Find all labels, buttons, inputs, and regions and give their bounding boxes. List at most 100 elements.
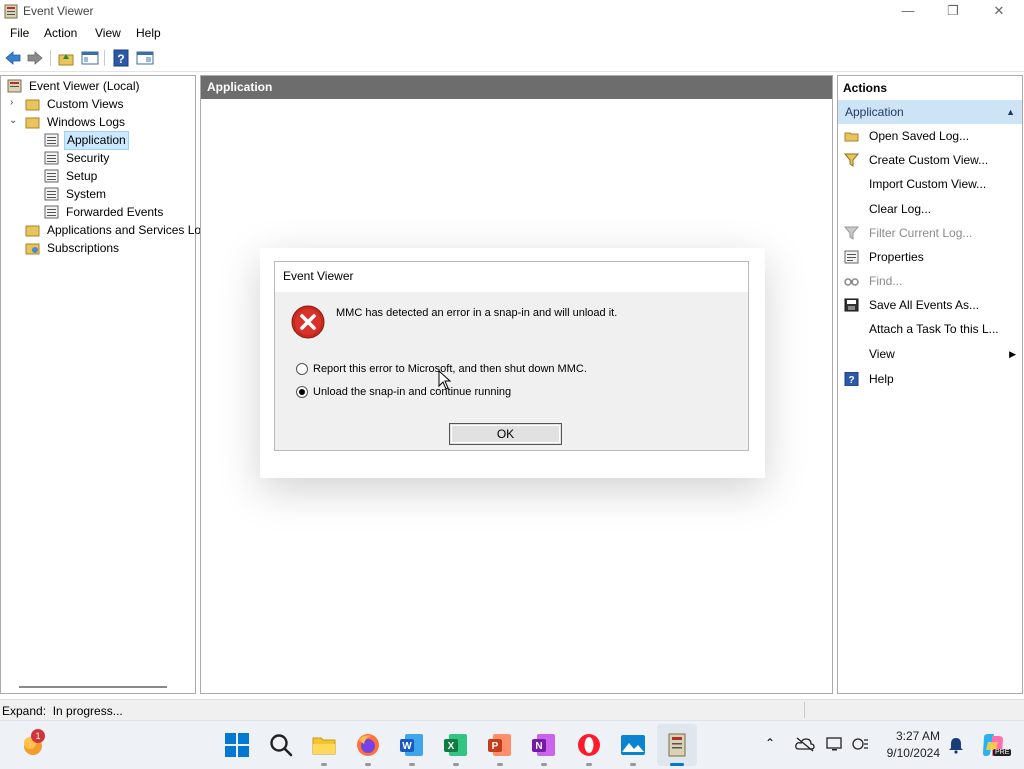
log-icon	[44, 187, 59, 201]
tree-label: Security	[66, 151, 110, 165]
action-label: Save All Events As...	[869, 298, 980, 312]
action-view[interactable]: View ▶	[838, 342, 1022, 366]
actions-pane: Actions Application ▲ Open Saved Log... …	[837, 75, 1023, 694]
action-label: Create Custom View...	[869, 153, 989, 167]
notification-badge: 1	[31, 729, 45, 743]
actions-header: Actions	[838, 76, 1022, 100]
menu-view[interactable]: View	[95, 26, 121, 40]
action-import-custom-view[interactable]: Import Custom View...	[838, 172, 1022, 196]
dialog-title: Event Viewer	[275, 262, 748, 292]
menu-file[interactable]: File	[10, 26, 29, 40]
running-indicator	[453, 763, 459, 766]
forward-arrow-icon[interactable]	[26, 49, 44, 67]
copilot-pre-badge: PRE	[993, 749, 1012, 756]
tree-label: System	[66, 187, 107, 201]
radio-unload-continue[interactable]	[296, 386, 308, 398]
back-arrow-icon[interactable]	[4, 49, 22, 67]
excel-icon[interactable]: X	[443, 732, 469, 758]
action-clear-log[interactable]: Clear Log...	[838, 197, 1022, 221]
search-icon[interactable]	[268, 732, 294, 758]
tree-label: Event Viewer (Local)	[29, 79, 140, 93]
action-attach-task[interactable]: Attach a Task To this L...	[838, 317, 1022, 341]
start-icon[interactable]	[224, 732, 250, 758]
folder-icon	[25, 117, 40, 129]
console-tree: Event Viewer (Local) › Custom Views ⌄ Wi…	[0, 75, 201, 694]
log-icon	[44, 151, 59, 165]
menu-help[interactable]: Help	[136, 26, 161, 40]
svg-text:W: W	[402, 741, 412, 752]
firefox-icon[interactable]	[355, 732, 381, 758]
submenu-arrow-icon: ▶	[1009, 349, 1016, 359]
actions-section-label: Application	[845, 105, 904, 119]
display-icon[interactable]	[826, 736, 844, 752]
title-bar: Event Viewer — ❐ ✕	[0, 0, 1024, 23]
notification-bell-icon[interactable]	[948, 736, 964, 754]
toolbar-separator	[50, 50, 51, 66]
svg-text:P: P	[492, 741, 499, 752]
powerpoint-icon[interactable]: P	[487, 732, 513, 758]
clock-time[interactable]: 3:27 AM	[872, 729, 940, 743]
chevron-down-icon[interactable]: ⌄	[9, 115, 17, 126]
window-title: Event Viewer	[23, 4, 94, 18]
action-open-saved-log[interactable]: Open Saved Log...	[838, 124, 1022, 148]
close-button[interactable]: ✕	[976, 0, 1022, 23]
word-icon[interactable]: W	[399, 732, 425, 758]
action-pane-icon[interactable]	[136, 49, 154, 67]
actions-section-application[interactable]: Application ▲	[838, 100, 1022, 124]
action-properties[interactable]: Properties	[838, 245, 1022, 269]
show-hide-tree-icon[interactable]	[81, 49, 99, 67]
onenote-icon[interactable]: N	[531, 732, 557, 758]
photos-app-icon[interactable]	[620, 732, 646, 758]
collapse-up-icon[interactable]: ▲	[1006, 100, 1015, 124]
menu-action[interactable]: Action	[44, 26, 77, 40]
log-icon	[44, 169, 59, 183]
show-hidden-icons-chevron-icon[interactable]: ⌃	[765, 736, 775, 750]
folder-icon	[25, 99, 40, 111]
action-label: Open Saved Log...	[869, 129, 970, 143]
properties-icon	[844, 250, 859, 264]
horizontal-scrollbar[interactable]	[19, 686, 167, 688]
tree-label: Subscriptions	[47, 241, 120, 255]
chevron-right-icon[interactable]: ›	[10, 97, 13, 108]
radio-label-unload: Unload the snap-in and continue running	[313, 386, 512, 398]
action-label: Import Custom View...	[869, 177, 987, 191]
folder-icon	[25, 225, 40, 237]
file-explorer-icon[interactable]	[311, 732, 337, 758]
error-icon	[291, 305, 325, 339]
ok-button[interactable]: OK	[449, 423, 562, 445]
action-find[interactable]: Find...	[838, 269, 1022, 293]
network-icon[interactable]	[852, 736, 870, 752]
running-indicator	[630, 763, 636, 766]
ok-label: OK	[496, 427, 515, 441]
svg-text:?: ?	[848, 375, 854, 386]
action-label: Help	[869, 372, 894, 386]
onedrive-offline-icon[interactable]	[795, 736, 815, 752]
log-icon	[44, 133, 59, 147]
status-bar: Expand: In progress...	[0, 699, 1024, 721]
filter-icon	[844, 226, 859, 240]
subscriptions-icon	[25, 243, 40, 255]
minimize-button[interactable]: —	[885, 0, 931, 23]
action-create-custom-view[interactable]: Create Custom View...	[838, 148, 1022, 172]
action-help[interactable]: ? Help	[838, 367, 1022, 391]
tree-label: Setup	[66, 169, 98, 183]
filter-icon	[844, 153, 859, 167]
status-text: Expand: In progress...	[2, 704, 123, 718]
event-viewer-taskbar-icon[interactable]	[664, 732, 690, 758]
radio-report-error[interactable]	[296, 363, 308, 375]
active-indicator	[670, 763, 684, 766]
tree-label: Applications and Services Lo	[47, 223, 202, 237]
action-save-all-events[interactable]: Save All Events As...	[838, 293, 1022, 317]
action-label: Find...	[869, 274, 903, 288]
up-folder-icon[interactable]	[57, 49, 75, 67]
opera-icon[interactable]	[576, 732, 602, 758]
log-icon	[44, 205, 59, 219]
event-viewer-app-icon	[4, 4, 18, 19]
tree-label: Custom Views	[47, 97, 124, 111]
svg-text:?: ?	[117, 52, 124, 66]
restore-button[interactable]: ❐	[930, 0, 976, 23]
help-icon[interactable]: ?	[112, 49, 130, 67]
clock-date[interactable]: 9/10/2024	[872, 746, 940, 760]
action-filter-current-log[interactable]: Filter Current Log...	[838, 221, 1022, 245]
dialog-message: MMC has detected an error in a snap-in a…	[336, 307, 618, 319]
